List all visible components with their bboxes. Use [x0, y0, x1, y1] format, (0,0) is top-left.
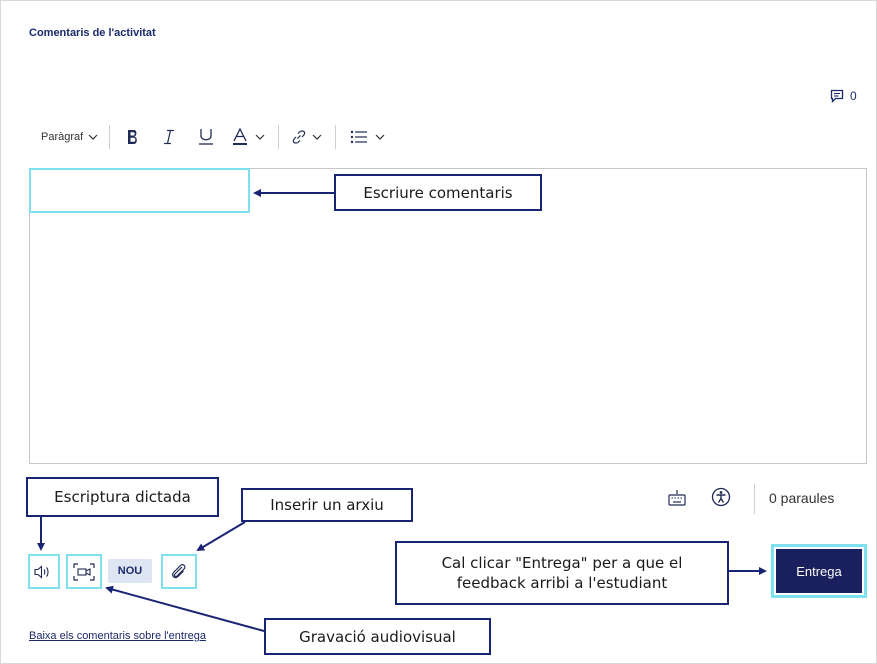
callout-dictation: Escriptura dictada — [26, 477, 219, 517]
accessibility-icon — [711, 487, 731, 507]
editor-highlight — [29, 168, 250, 213]
editor-toolbar: Paràgraf — [41, 125, 386, 149]
chevron-down-icon — [88, 134, 98, 140]
italic-button[interactable] — [162, 125, 176, 149]
chevron-down-icon — [255, 134, 265, 140]
microphone-icon — [34, 564, 49, 579]
chevron-down-icon — [312, 134, 322, 140]
italic-icon — [164, 129, 175, 145]
keyboard-shortcuts-button[interactable] — [667, 487, 687, 509]
submit-button-frame: Entrega — [771, 544, 867, 598]
underline-button[interactable] — [198, 125, 214, 149]
video-record-icon — [73, 562, 95, 581]
callout-submit-note: Cal clicar "Entrega" per a que el feedba… — [395, 541, 729, 605]
arrow-audiovisual — [105, 585, 265, 632]
keyboard-icon — [668, 490, 686, 506]
link-icon — [292, 130, 306, 144]
toolbar-divider — [335, 125, 337, 149]
word-count-divider — [754, 484, 755, 514]
toolbar-divider — [109, 125, 111, 149]
text-color-icon — [233, 128, 248, 145]
toolbar-divider — [278, 125, 280, 149]
attach-file-button[interactable] — [161, 554, 197, 589]
comment-count-value: 0 — [850, 89, 857, 103]
video-record-button[interactable] — [66, 554, 102, 589]
list-dropdown[interactable] — [350, 125, 386, 149]
chevron-down-icon — [375, 134, 385, 140]
paragraph-select[interactable]: Paràgraf — [41, 125, 99, 149]
bold-button[interactable] — [126, 125, 140, 149]
comment-counter[interactable]: 0 — [830, 89, 857, 103]
dictation-button[interactable] — [28, 554, 60, 589]
accessibility-button[interactable] — [710, 486, 732, 508]
list-icon — [351, 130, 368, 144]
callout-write-comments: Escriure comentaris — [334, 174, 542, 211]
section-title: Comentaris de l'activitat — [29, 27, 156, 39]
paperclip-icon — [172, 563, 186, 578]
callout-audiovisual: Gravació audiovisual — [264, 618, 491, 655]
download-comments-link[interactable]: Baixa els comentaris sobre l'entrega — [29, 630, 206, 642]
paragraph-select-label: Paràgraf — [41, 131, 84, 143]
submit-button[interactable]: Entrega — [776, 549, 862, 593]
arrow-insert-file — [196, 521, 246, 552]
link-dropdown[interactable] — [291, 125, 323, 149]
callout-insert-file: Inserir un arxiu — [241, 488, 413, 522]
text-color-dropdown[interactable] — [232, 125, 266, 149]
comment-icon — [830, 89, 844, 103]
new-badge: NOU — [108, 559, 152, 583]
word-count: 0 paraules — [769, 490, 835, 506]
underline-icon — [199, 129, 214, 145]
feedback-panel: Comentaris de l'activitat 0 Paràgraf Esc… — [0, 0, 877, 664]
bold-icon — [128, 130, 138, 144]
